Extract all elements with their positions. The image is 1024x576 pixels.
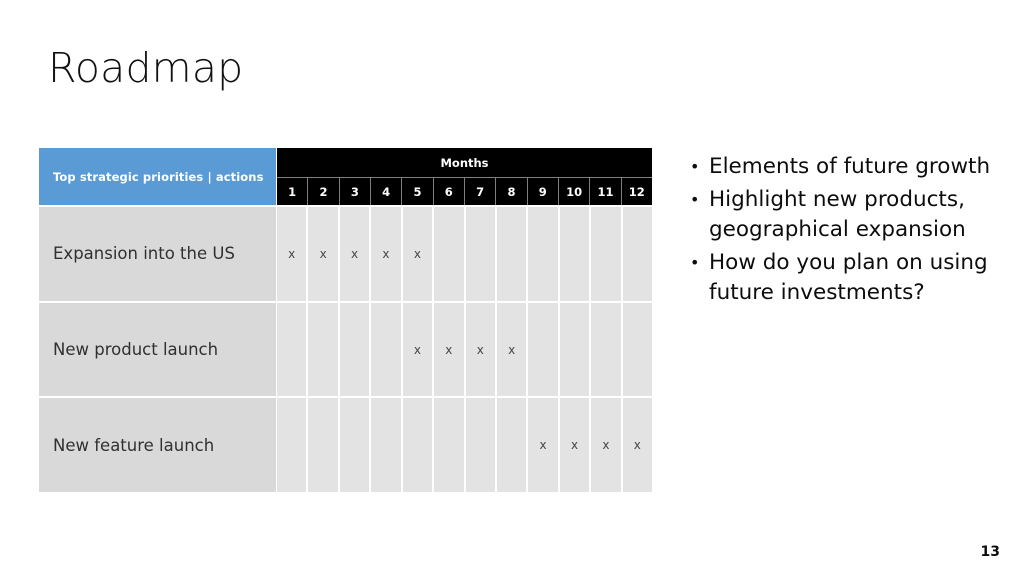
- timeline-cell-empty: [371, 398, 403, 493]
- row-cells: xxxxx: [277, 207, 653, 301]
- timeline-cell-empty: [559, 302, 592, 397]
- timeline-cell-marked: x: [622, 398, 653, 493]
- month-header-cell: 11: [590, 178, 622, 205]
- months-number-row: 1 2 3 4 5 6 7 8 9 10 11 12: [277, 177, 652, 205]
- page-number: 13: [980, 544, 1000, 560]
- bullet-dot-icon: •: [690, 157, 700, 176]
- timeline-cell-empty: [591, 302, 623, 397]
- month-header-cell: 7: [465, 178, 497, 205]
- months-header-label: Months: [277, 148, 652, 177]
- table-row: New feature launch x x x x: [39, 396, 653, 493]
- timeline-cell-marked: x: [308, 207, 340, 301]
- bullet-text: Elements of future growth: [709, 154, 991, 179]
- timeline-cell-marked: x: [434, 302, 466, 397]
- row-label: Expansion into the US: [39, 207, 276, 301]
- timeline-cell-empty: [308, 302, 340, 397]
- page-title: Roadmap: [48, 44, 244, 92]
- timeline-cell-empty: [371, 302, 403, 397]
- month-header-cell: 5: [402, 178, 434, 205]
- timeline-cell-marked: x: [402, 302, 435, 397]
- bullet-item: • Highlight new products, geographical ex…: [690, 185, 1010, 246]
- timeline-cell-marked: x: [528, 398, 560, 493]
- month-header-cell: 2: [308, 178, 340, 205]
- timeline-cell-empty: [622, 302, 653, 397]
- timeline-cell-empty: [402, 398, 435, 493]
- timeline-cell-empty: [496, 398, 529, 493]
- month-header-cell: 4: [371, 178, 403, 205]
- priorities-column-header: Top strategic priorities | actions: [39, 148, 276, 205]
- month-header-cell: 10: [559, 178, 591, 205]
- months-header-block: Months 1 2 3 4 5 6 7 8 9 10 11 12: [277, 148, 652, 205]
- bullet-dot-icon: •: [690, 252, 700, 272]
- bullet-text: How do you plan on using future investme…: [709, 249, 988, 306]
- bullet-list: • Elements of future growth • Highlight new…: [690, 152, 1010, 311]
- row-label: New feature launch: [39, 398, 276, 493]
- roadmap-table-body: Expansion into the US x x x x x New product la…: [39, 205, 653, 493]
- month-header-cell: 8: [496, 178, 528, 205]
- timeline-cell-marked: x: [371, 207, 403, 301]
- timeline-cell-marked: x: [402, 207, 435, 301]
- roadmap-table: Top strategic priorities | actions Month…: [39, 148, 653, 493]
- bullet-text: Highlight new products, geographical exp…: [709, 186, 966, 243]
- timeline-cell-empty: [434, 207, 466, 301]
- timeline-cell-marked: x: [339, 207, 372, 301]
- row-cells: xxxx: [277, 398, 653, 493]
- timeline-cell-empty: [434, 398, 466, 493]
- table-row: Expansion into the US x x x x x: [39, 205, 653, 301]
- timeline-cell-empty: [339, 398, 372, 493]
- timeline-cell-empty: [528, 207, 560, 301]
- bullet-item: • Elements of future growth: [690, 152, 1010, 183]
- bullet-item: • How do you plan on using future investm…: [690, 248, 1010, 309]
- timeline-cell-empty: [559, 207, 592, 301]
- row-label: New product launch: [39, 302, 276, 397]
- timeline-cell-marked: x: [591, 398, 623, 493]
- table-row: New product launch x x x x: [39, 300, 653, 397]
- month-header-cell: 1: [277, 178, 309, 205]
- timeline-cell-empty: [465, 207, 497, 301]
- timeline-cell-empty: [465, 398, 497, 493]
- timeline-cell-empty: [308, 398, 340, 493]
- timeline-cell-marked: x: [277, 207, 309, 301]
- timeline-cell-empty: [622, 207, 653, 301]
- timeline-cell-empty: [339, 302, 372, 397]
- timeline-cell-empty: [277, 302, 309, 397]
- month-header-cell: 12: [628, 184, 645, 199]
- bullet-dot-icon: •: [690, 189, 700, 209]
- timeline-cell-marked: x: [496, 302, 529, 397]
- month-header-cell: 6: [434, 178, 465, 205]
- month-header-cell: 9: [528, 178, 559, 205]
- timeline-cell-empty: [277, 398, 309, 493]
- timeline-cell-marked: x: [559, 398, 592, 493]
- row-cells: xxxx: [277, 302, 653, 397]
- timeline-cell-marked: x: [465, 302, 497, 397]
- timeline-cell-empty: [591, 207, 623, 301]
- timeline-cell-empty: [528, 302, 560, 397]
- table-header-row: Top strategic priorities | actions Month…: [39, 148, 652, 205]
- timeline-cell-empty: [496, 207, 529, 301]
- month-header-cell: 3: [340, 178, 371, 205]
